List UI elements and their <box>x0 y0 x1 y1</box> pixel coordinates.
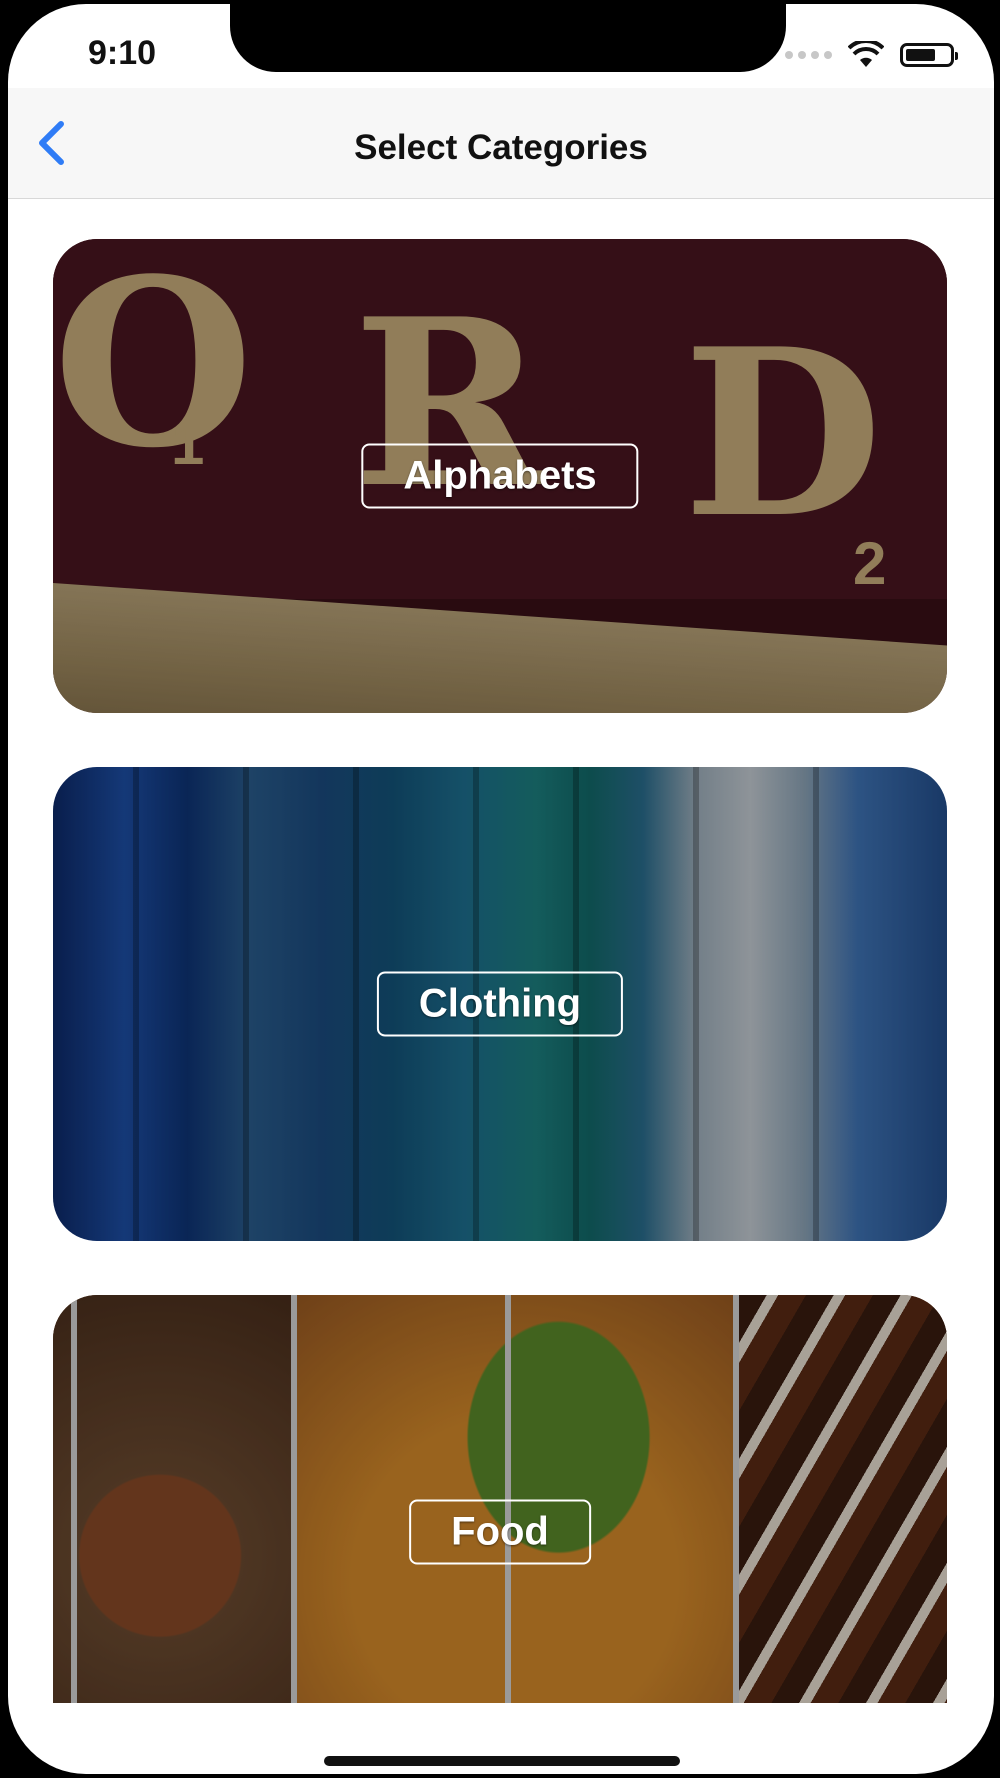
category-card-clothing[interactable]: Clothing <box>53 767 947 1241</box>
device-frame: 9:10 Select Categories O 1 R D 2 Alphabe… <box>0 0 1000 1778</box>
page-title: Select Categories <box>354 128 648 167</box>
category-card-food[interactable]: Food <box>53 1295 947 1703</box>
category-label: Food <box>409 1499 591 1565</box>
status-icons <box>785 40 958 70</box>
category-label: Alphabets <box>361 443 639 509</box>
category-list[interactable]: O 1 R D 2 Alphabets Clothing Food <box>8 198 994 1703</box>
status-time: 9:10 <box>88 34 157 72</box>
category-card-alphabets[interactable]: O 1 R D 2 Alphabets <box>53 239 947 713</box>
app-screen: 9:10 Select Categories O 1 R D 2 Alphabe… <box>8 4 994 1774</box>
battery-icon <box>900 43 958 67</box>
home-indicator[interactable] <box>324 1756 680 1766</box>
cellular-signal-icon <box>785 51 832 59</box>
navigation-bar: Select Categories <box>8 88 994 199</box>
wifi-icon <box>848 41 884 67</box>
device-notch <box>230 4 786 72</box>
category-label: Clothing <box>376 971 624 1037</box>
